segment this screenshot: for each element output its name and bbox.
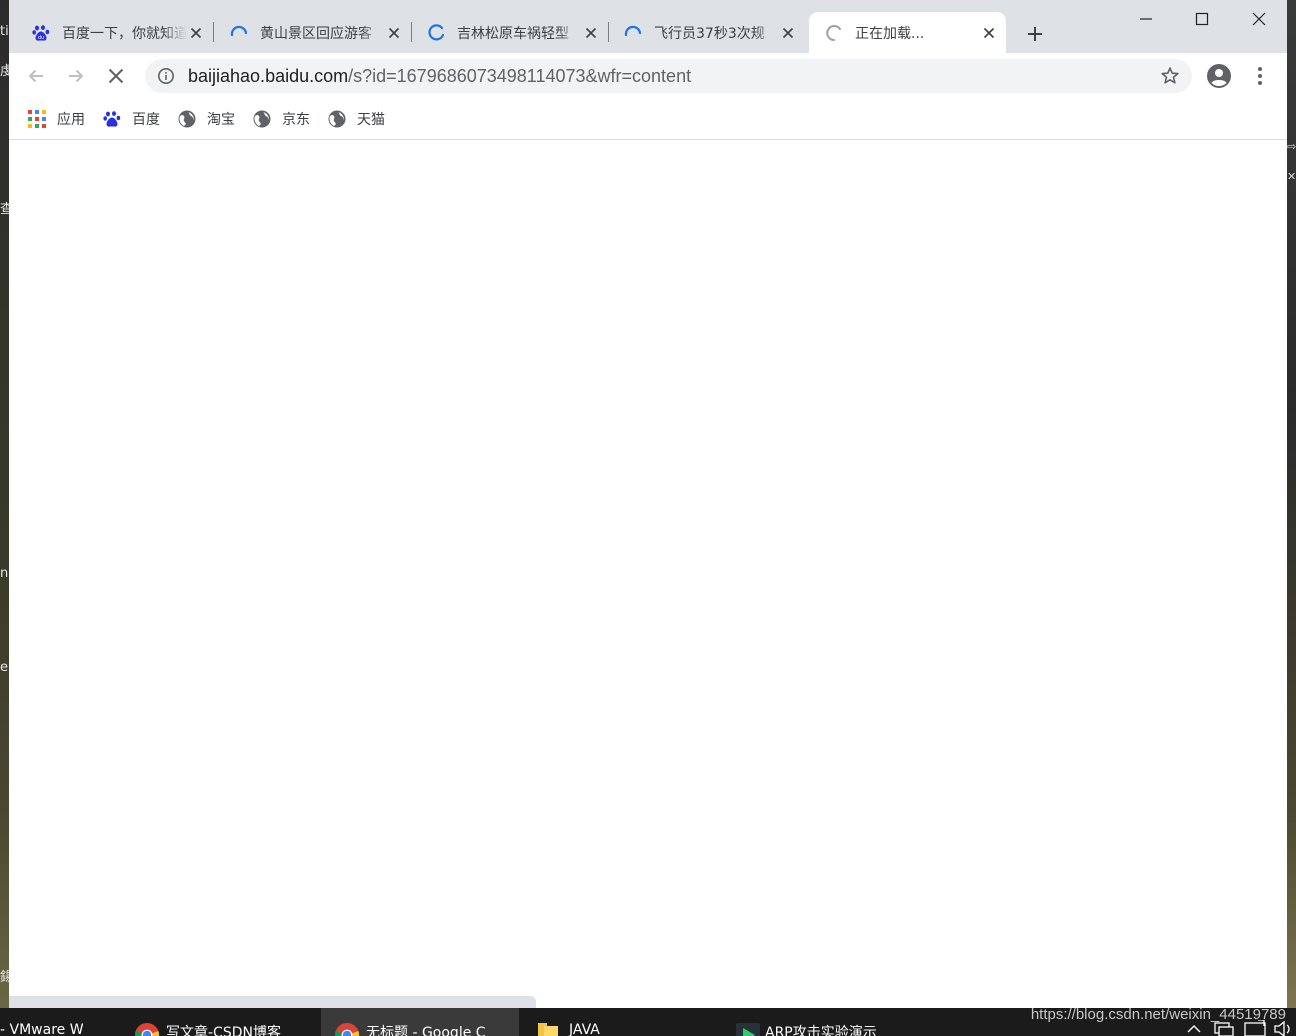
close-icon (1252, 12, 1265, 26)
loading-spinner-icon (427, 23, 445, 42)
bookmark-taobao[interactable]: 淘宝 (168, 105, 243, 133)
chrome-icon (334, 1023, 360, 1036)
apps-grid-icon (27, 109, 47, 129)
window-close-button[interactable] (1230, 0, 1287, 38)
stop-x-icon (108, 68, 124, 84)
plus-icon (1028, 27, 1042, 41)
desktop-text-fragment: e (0, 660, 8, 675)
new-tab-button[interactable] (1023, 22, 1047, 46)
minimize-icon (1139, 18, 1152, 20)
tray-volume-icon[interactable] (1274, 1020, 1294, 1036)
bookmark-label: 淘宝 (207, 112, 235, 128)
stop-loading-button[interactable] (101, 61, 131, 91)
minimize-button[interactable] (1117, 0, 1174, 38)
tab-baidu-home[interactable]: du 百度一下，你就知道 (16, 12, 214, 53)
tray-network-icon[interactable] (1214, 1020, 1234, 1036)
desktop-text-fragment: 查 (0, 202, 9, 217)
address-bar[interactable]: baijiahao.baidu.com/s?id=167968607349811… (145, 59, 1192, 93)
chrome-icon (134, 1023, 160, 1036)
url-host: baijiahao.baidu.com (188, 65, 349, 86)
tab-loading-active[interactable]: 正在加载... (809, 12, 1006, 53)
tab-title: 飞行员37秒3次规 (654, 25, 765, 42)
svg-text:du: du (38, 35, 44, 41)
loading-spinner-gray-icon (825, 24, 843, 42)
globe-icon (327, 109, 347, 129)
baidu-paw-icon: du (32, 24, 50, 42)
tab-title: 黄山景区回应游客 (260, 25, 372, 42)
kebab-menu-icon (1258, 67, 1262, 85)
desktop-text-fragment: ti (0, 24, 9, 39)
tab-title: 吉林松原车祸轻型 (457, 25, 569, 42)
back-button[interactable] (21, 61, 51, 91)
taskbar-item-java-folder[interactable]: JAVA (524, 1008, 720, 1036)
close-icon[interactable] (980, 24, 998, 42)
bookmark-apps[interactable]: 应用 (18, 105, 93, 133)
bookmark-label: 天猫 (357, 112, 385, 128)
taskbar-item-arp-video[interactable]: ARP攻击实验演示 (723, 1008, 919, 1036)
bookmark-jd[interactable]: 京东 (243, 105, 318, 133)
tab-pilot[interactable]: 飞行员37秒3次规 (608, 12, 805, 53)
taskbar-item-label: JAVA (569, 1022, 600, 1036)
tray-chevron-up-icon[interactable] (1186, 1020, 1202, 1036)
bookmark-baidu[interactable]: 百度 (93, 105, 168, 133)
baidu-paw-icon (102, 109, 122, 129)
taskbar-item-chrome-active[interactable]: 无标题 - Google C (321, 1008, 519, 1036)
desktop-text-fragment: 虔 (0, 64, 9, 79)
globe-icon (252, 109, 272, 129)
close-icon[interactable] (385, 24, 403, 42)
status-bar (9, 996, 536, 1008)
info-icon[interactable] (157, 67, 175, 85)
desktop-right-edge: ⇨ ✕ (1287, 0, 1296, 1008)
tab-strip: du 百度一下，你就知道 黄山景区回应游客 吉林松原车祸轻型 飞行员37秒3次规… (9, 0, 1287, 53)
desktop-text-fragment: ng (0, 566, 9, 581)
desktop-left-edge: ti 虔 查 ng e 鍚 (0, 0, 9, 1008)
page-content-blank[interactable] (9, 140, 1287, 996)
arrow-left-icon (28, 69, 43, 83)
screen: ti 虔 查 ng e 鍚 ⇨ ✕ du (0, 0, 1296, 1036)
media-player-icon (736, 1023, 760, 1036)
maximize-icon (1195, 12, 1208, 26)
taskbar-item-label: - VMware W (0, 1022, 84, 1036)
close-icon[interactable] (187, 24, 205, 42)
loading-spinner-icon (624, 24, 642, 42)
browser-menu-button[interactable] (1250, 63, 1270, 89)
desktop-text-fragment: 鍚 (0, 970, 9, 985)
taskbar-item-vmware[interactable]: - VMware W (0, 1008, 118, 1036)
toolbar: baijiahao.baidu.com/s?id=167968607349811… (9, 53, 1287, 99)
bookmark-label: 京东 (282, 112, 310, 128)
taskbar-item-csdn[interactable]: 写文章-CSDN博客 (122, 1008, 318, 1036)
taskbar-item-label: 写文章-CSDN博客 (166, 1025, 281, 1036)
globe-icon (177, 109, 197, 129)
bookmark-label: 应用 (57, 112, 85, 128)
close-icon[interactable] (582, 24, 600, 42)
bookmarks-bar: 应用 百度 淘宝 京东 天猫 (9, 99, 1287, 140)
browser-window: du 百度一下，你就知道 黄山景区回应游客 吉林松原车祸轻型 飞行员37秒3次规… (9, 0, 1287, 1008)
taskbar-item-label: 无标题 - Google C (366, 1025, 486, 1036)
folder-icon (538, 1023, 558, 1036)
desktop-text-fragment: ✕ (1287, 170, 1296, 183)
tab-jilin[interactable]: 吉林松原车祸轻型 (411, 12, 609, 53)
tray-display-icon[interactable] (1244, 1020, 1266, 1036)
address-url[interactable]: baijiahao.baidu.com/s?id=167968607349811… (188, 66, 691, 87)
loading-spinner-icon (230, 24, 248, 42)
url-path: /s?id=1679686073498114073&wfr=content (348, 65, 692, 86)
arrow-right-icon (69, 69, 84, 83)
bookmark-label: 百度 (132, 112, 160, 128)
taskbar-item-label: ARP攻击实验演示 (765, 1025, 877, 1036)
forward-button[interactable] (61, 61, 91, 91)
tab-huangshan[interactable]: 黄山景区回应游客 (214, 12, 412, 53)
close-icon[interactable] (779, 24, 797, 42)
bookmark-tmall[interactable]: 天猫 (318, 105, 393, 133)
maximize-button[interactable] (1173, 0, 1230, 38)
profile-avatar-icon[interactable] (1206, 63, 1232, 89)
tab-title: 正在加载... (855, 25, 925, 42)
tab-title: 百度一下，你就知道 (62, 25, 187, 42)
desktop-text-fragment: ⇨ (1287, 140, 1296, 153)
bookmark-star-icon[interactable] (1160, 66, 1180, 86)
